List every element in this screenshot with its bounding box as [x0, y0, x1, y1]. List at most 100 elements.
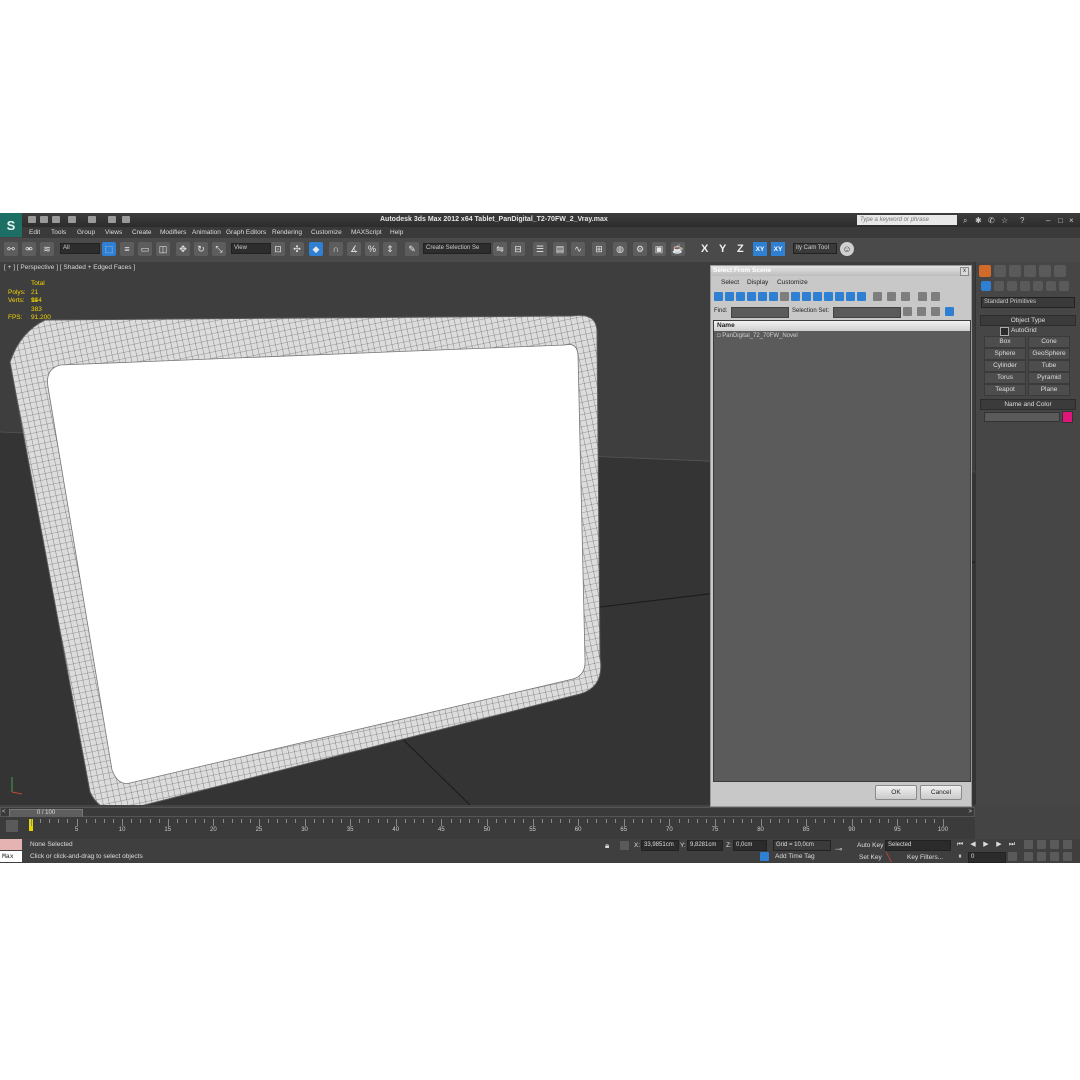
- undo-icon[interactable]: [68, 216, 76, 223]
- spinner-snap-icon[interactable]: ⇕: [383, 242, 397, 256]
- display-space-warps-icon[interactable]: [769, 292, 778, 301]
- menu-tools[interactable]: Tools: [51, 229, 66, 236]
- go-to-start-icon[interactable]: ⏮: [955, 840, 965, 850]
- sync-selection-icon[interactable]: [945, 307, 954, 316]
- display-frozen-icon[interactable]: [824, 292, 833, 301]
- primitive-category-dropdown[interactable]: Standard Primitives: [981, 297, 1075, 308]
- pivot-center-icon[interactable]: ⊡: [271, 242, 285, 256]
- filter-options-icon[interactable]: [931, 292, 940, 301]
- orbit-icon[interactable]: [1050, 852, 1059, 861]
- utility-tool-icon[interactable]: ☺: [840, 242, 854, 256]
- geometry-category-icon[interactable]: [981, 281, 991, 291]
- display-none-icon[interactable]: [857, 292, 866, 301]
- utilities-tab-icon[interactable]: [1054, 265, 1066, 277]
- selection-lock-icon[interactable]: 🔒︎: [605, 841, 609, 851]
- curve-editor-icon[interactable]: ∿: [571, 242, 585, 256]
- restrict-plane-cycle-button[interactable]: XY: [771, 242, 785, 256]
- menu-create[interactable]: Create: [132, 229, 152, 236]
- edit-named-selection-icon[interactable]: ✎: [405, 242, 419, 256]
- name-and-color-rollout[interactable]: Name and Color: [980, 399, 1076, 410]
- render-setup-icon[interactable]: ⚙: [633, 242, 647, 256]
- project-folder-icon[interactable]: [108, 216, 116, 223]
- rendered-frame-window-icon[interactable]: ▣: [652, 242, 666, 256]
- select-and-move-icon[interactable]: ✥: [176, 242, 190, 256]
- zoom-all-icon[interactable]: [1037, 840, 1046, 849]
- snaps-toggle-icon[interactable]: ∩: [329, 242, 343, 256]
- display-lights-icon[interactable]: [736, 292, 745, 301]
- dialog-menu-display[interactable]: Display: [747, 279, 768, 286]
- workspace-icon[interactable]: [122, 216, 130, 223]
- close-icon[interactable]: ×: [1069, 216, 1074, 225]
- reference-coordinate-dropdown[interactable]: View: [231, 243, 271, 254]
- dialog-menu-customize[interactable]: Customize: [777, 279, 808, 286]
- torus-button[interactable]: Torus: [984, 372, 1026, 384]
- restrict-y-button[interactable]: Y: [719, 243, 726, 255]
- mini-curve-editor-icon[interactable]: [6, 820, 18, 832]
- zoom-icon[interactable]: [1024, 840, 1033, 849]
- field-of-view-icon[interactable]: [1024, 852, 1033, 861]
- favorites-icon[interactable]: ☆: [1001, 216, 1008, 225]
- time-slider-prev-icon[interactable]: <: [2, 809, 6, 815]
- time-configuration-icon[interactable]: [1008, 852, 1017, 861]
- ok-button[interactable]: OK: [875, 785, 917, 800]
- select-all-icon[interactable]: [873, 292, 882, 301]
- track-bar[interactable]: 5 10 15 20 25 30 35 40 45 50 55 60 65 70 75 80 85 90 95 100: [0, 817, 975, 839]
- motion-tab-icon[interactable]: [1024, 265, 1036, 277]
- menu-edit[interactable]: Edit: [29, 229, 40, 236]
- maxscript-listener-pink[interactable]: [0, 839, 22, 850]
- teapot-button[interactable]: Teapot: [984, 384, 1026, 396]
- cancel-button[interactable]: Cancel: [920, 785, 962, 800]
- subscription-icon[interactable]: ✱: [975, 216, 982, 225]
- display-bones-icon[interactable]: [802, 292, 811, 301]
- pan-view-icon[interactable]: [1037, 852, 1046, 861]
- box-button[interactable]: Box: [984, 336, 1026, 348]
- redo-icon[interactable]: [88, 216, 96, 223]
- display-geometry-icon[interactable]: [714, 292, 723, 301]
- percent-snap-icon[interactable]: %: [365, 242, 379, 256]
- sphere-button[interactable]: Sphere: [984, 348, 1026, 360]
- menu-customize[interactable]: Customize: [311, 229, 342, 236]
- select-by-name-icon[interactable]: ≡: [120, 242, 134, 256]
- create-tab-icon[interactable]: [979, 265, 991, 277]
- systems-category-icon[interactable]: [1059, 281, 1069, 291]
- x-coord-field[interactable]: 33,9851cm: [641, 840, 679, 851]
- dialog-menu-select[interactable]: Select: [721, 279, 739, 286]
- add-time-tag-button[interactable]: Add Time Tag: [775, 853, 815, 860]
- select-invert-icon[interactable]: [901, 292, 910, 301]
- set-key-button[interactable]: Set Key: [859, 854, 882, 861]
- viewport-label[interactable]: [ + ] [ Perspective ] [ Shaded + Edged F…: [4, 264, 135, 271]
- find-input[interactable]: [731, 307, 789, 318]
- window-crossing-icon[interactable]: ◫: [156, 242, 170, 256]
- pyramid-button[interactable]: Pyramid: [1028, 372, 1070, 384]
- schematic-view-icon[interactable]: ⊞: [592, 242, 606, 256]
- minimize-icon[interactable]: –: [1046, 216, 1050, 225]
- maxscript-mini-listener[interactable]: Max: [0, 851, 22, 862]
- material-editor-icon[interactable]: ◍: [613, 242, 627, 256]
- play-icon[interactable]: ▶: [981, 840, 991, 850]
- zoom-extents-all-icon[interactable]: [1063, 840, 1072, 849]
- display-containers-icon[interactable]: [813, 292, 822, 301]
- display-helpers-icon[interactable]: [758, 292, 767, 301]
- geosphere-button[interactable]: GeoSphere: [1028, 348, 1070, 360]
- new-file-icon[interactable]: [28, 216, 36, 223]
- menu-help[interactable]: Help: [390, 229, 403, 236]
- selection-filter-dropdown[interactable]: All: [60, 243, 100, 254]
- dialog-close-button[interactable]: x: [960, 267, 969, 276]
- save-file-icon[interactable]: [52, 216, 60, 223]
- restrict-xy-button[interactable]: XY: [753, 242, 767, 256]
- time-slider-next-icon[interactable]: >: [968, 809, 972, 815]
- keyboard-shortcut-override-icon[interactable]: ◆: [309, 242, 323, 256]
- go-to-end-icon[interactable]: ⏭: [1007, 840, 1017, 850]
- autogrid-checkbox[interactable]: [1000, 327, 1009, 336]
- menu-modifiers[interactable]: Modifiers: [160, 229, 186, 236]
- auto-key-button[interactable]: Auto Key: [857, 842, 883, 849]
- menu-group[interactable]: Group: [77, 229, 95, 236]
- create-selection-set-icon[interactable]: [903, 307, 912, 316]
- display-tab-icon[interactable]: [1039, 265, 1051, 277]
- display-groups-icon[interactable]: [780, 292, 789, 301]
- restrict-z-button[interactable]: Z: [737, 243, 744, 255]
- hierarchy-tab-icon[interactable]: [1009, 265, 1021, 277]
- help-icon[interactable]: ?: [1020, 216, 1024, 225]
- display-cameras-icon[interactable]: [747, 292, 756, 301]
- add-to-selection-set-icon[interactable]: [931, 307, 940, 316]
